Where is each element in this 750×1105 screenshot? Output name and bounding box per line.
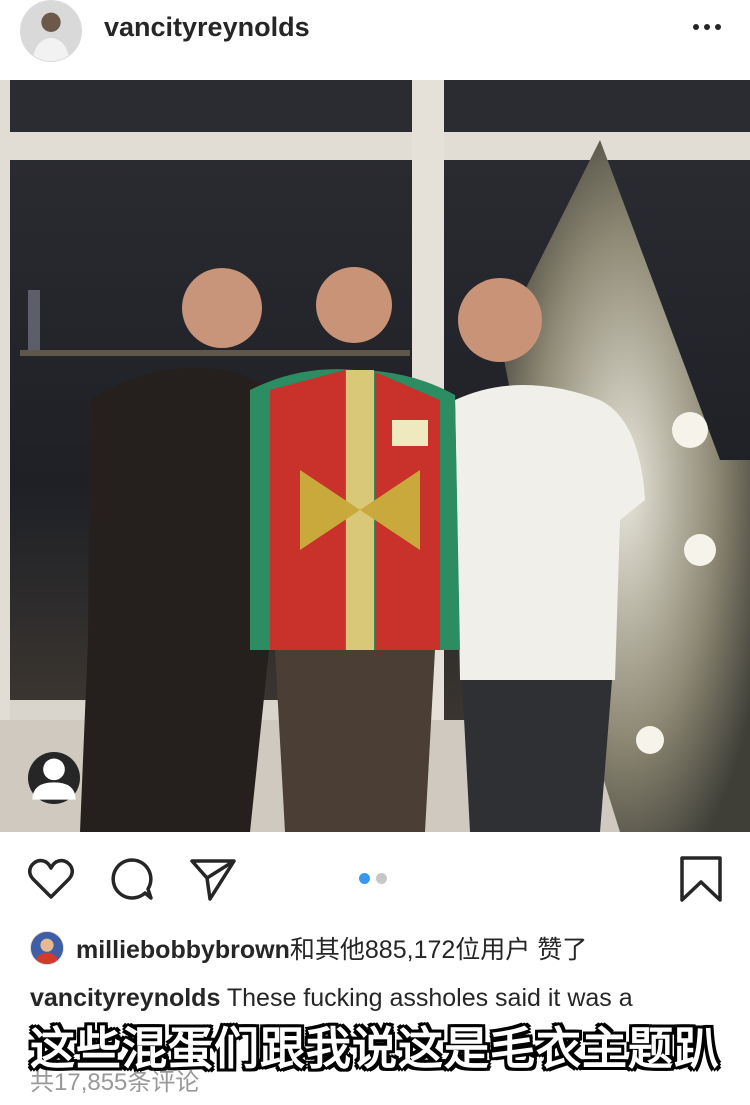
send-icon[interactable] bbox=[188, 854, 238, 904]
photo-image bbox=[0, 80, 750, 832]
carousel-dot-active bbox=[359, 873, 370, 884]
likes-username[interactable]: milliebobbybrown bbox=[76, 936, 290, 964]
post-username[interactable]: vancityreynolds bbox=[104, 12, 310, 43]
caption-username[interactable]: vancityreynolds bbox=[30, 984, 220, 1012]
likes-text: milliebobbybrown和其他885,172位用户 赞了 bbox=[76, 930, 587, 966]
carousel-indicator bbox=[359, 873, 387, 884]
bookmark-icon[interactable] bbox=[676, 854, 726, 904]
post-photo[interactable] bbox=[0, 80, 750, 832]
more-horizontal-icon[interactable] bbox=[684, 10, 730, 44]
user-tag-icon[interactable] bbox=[28, 752, 80, 804]
likes-avatar bbox=[30, 931, 64, 965]
likes-count: 和其他885,172位用户 赞了 bbox=[289, 936, 588, 964]
carousel-dot bbox=[376, 873, 387, 884]
likes-row[interactable]: milliebobbybrown和其他885,172位用户 赞了 bbox=[30, 930, 587, 966]
caption-text: These fucking assholes said it was a bbox=[226, 984, 633, 1012]
action-bar bbox=[0, 832, 750, 924]
post-header: vancityreynolds bbox=[0, 0, 750, 80]
profile-avatar[interactable] bbox=[20, 0, 82, 62]
comment-icon[interactable] bbox=[107, 854, 157, 904]
avatar-image bbox=[21, 1, 81, 61]
subtitle-overlay: 这些混蛋们跟我说这是毛衣主题趴 bbox=[29, 1023, 720, 1074]
user-tag-glyph bbox=[32, 758, 76, 800]
heart-icon[interactable] bbox=[26, 854, 76, 904]
post-caption: vancityreynolds These fucking assholes s… bbox=[30, 984, 750, 1013]
